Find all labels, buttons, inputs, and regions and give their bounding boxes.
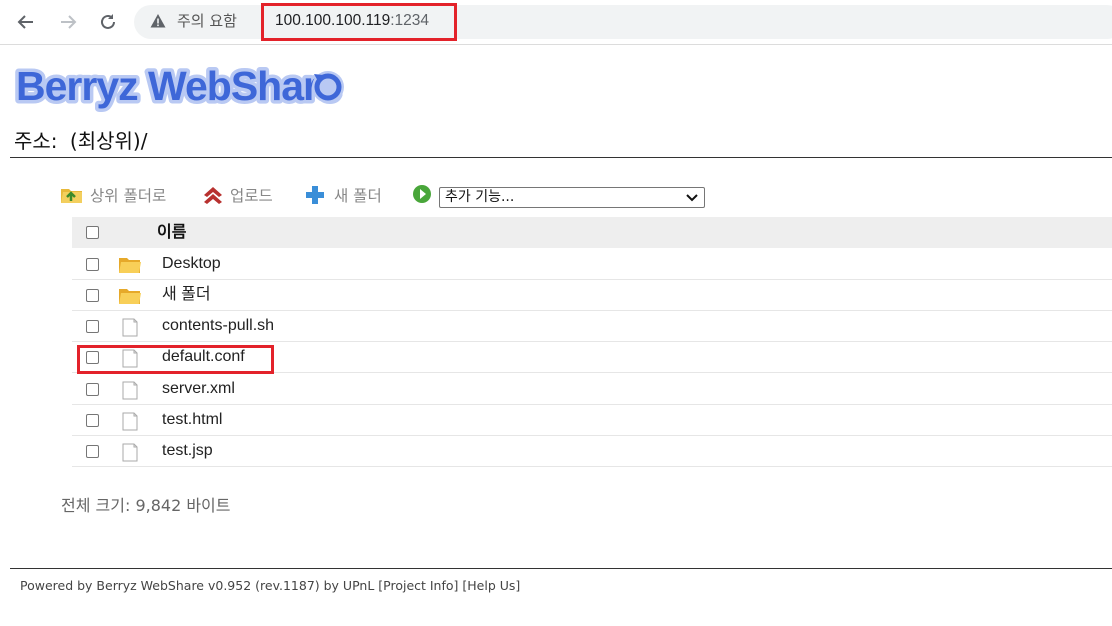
new-folder-label: 새 폴더 [334,187,382,205]
address-label: 주소: [14,129,58,153]
row-checkbox[interactable] [86,445,99,458]
folder-up-icon [61,189,82,203]
file-icon [122,318,138,337]
table-row[interactable]: test.html [72,405,1112,436]
footer-text: Powered by Berryz WebShare v0.952 (rev.1… [20,578,521,593]
green-play-icon [413,185,431,203]
new-folder-button[interactable]: 새 폴더 [304,184,382,206]
table-header: 이름 [72,217,1112,248]
file-icon [122,381,138,400]
upload-button[interactable]: 업로드 [202,184,273,206]
plus-icon [306,186,324,204]
folder-icon [119,258,141,273]
folder-icon [119,289,141,304]
file-name-link[interactable]: test.jsp [162,441,213,461]
file-name-link[interactable]: 새 폴더 [162,285,211,305]
table-row[interactable]: test.jsp [72,436,1112,467]
warning-icon[interactable] [150,13,166,29]
table-row[interactable]: Desktop [72,249,1112,280]
url-highlight-box [261,3,457,41]
divider [10,157,1112,158]
total-size: 전체 크기: 9,842 바이트 [61,496,231,515]
table-row[interactable]: 새 폴더 [72,280,1112,311]
table-row[interactable]: server.xml [72,374,1112,405]
file-name-link[interactable]: Desktop [162,254,221,274]
more-features-icon-wrap[interactable] [412,184,432,204]
browser-toolbar: 주의 요함 100.100.100.119:1234 [0,0,1112,45]
parent-folder-button[interactable]: 상위 폴더로 [60,184,166,206]
name-column-header[interactable]: 이름 [157,222,186,242]
more-features-select[interactable]: 추가 기능... [439,187,705,208]
footer-divider [10,568,1112,569]
address-breadcrumb: 주소: (최상위)/ [14,128,147,154]
row-checkbox[interactable] [86,258,99,271]
svg-text:Berryz WebShare: Berryz WebShare [16,63,340,109]
row-checkbox[interactable] [86,414,99,427]
security-status[interactable]: 주의 요함 [177,11,237,31]
more-features-value: 추가 기능... [445,189,515,205]
upload-label: 업로드 [230,187,273,205]
parent-folder-label: 상위 폴더로 [90,187,167,205]
row-checkbox[interactable] [86,289,99,302]
file-name-link[interactable]: contents-pull.sh [162,316,274,336]
table-row[interactable]: contents-pull.sh [72,311,1112,342]
chevron-down-icon [686,194,698,202]
row-highlight-box [77,345,274,374]
upload-icon [204,187,222,204]
select-all-checkbox[interactable] [86,226,99,239]
file-icon [122,412,138,431]
berryz-webshare-logo: Berryz WebShare Berryz WebShare [13,60,345,113]
file-icon [122,443,138,462]
forward-icon[interactable] [56,10,80,34]
address-path: (최상위)/ [69,129,148,153]
back-icon[interactable] [14,10,38,34]
file-name-link[interactable]: test.html [162,410,222,430]
file-name-link[interactable]: server.xml [162,379,235,399]
reload-icon[interactable] [96,10,120,34]
row-checkbox[interactable] [86,383,99,396]
row-checkbox[interactable] [86,320,99,333]
